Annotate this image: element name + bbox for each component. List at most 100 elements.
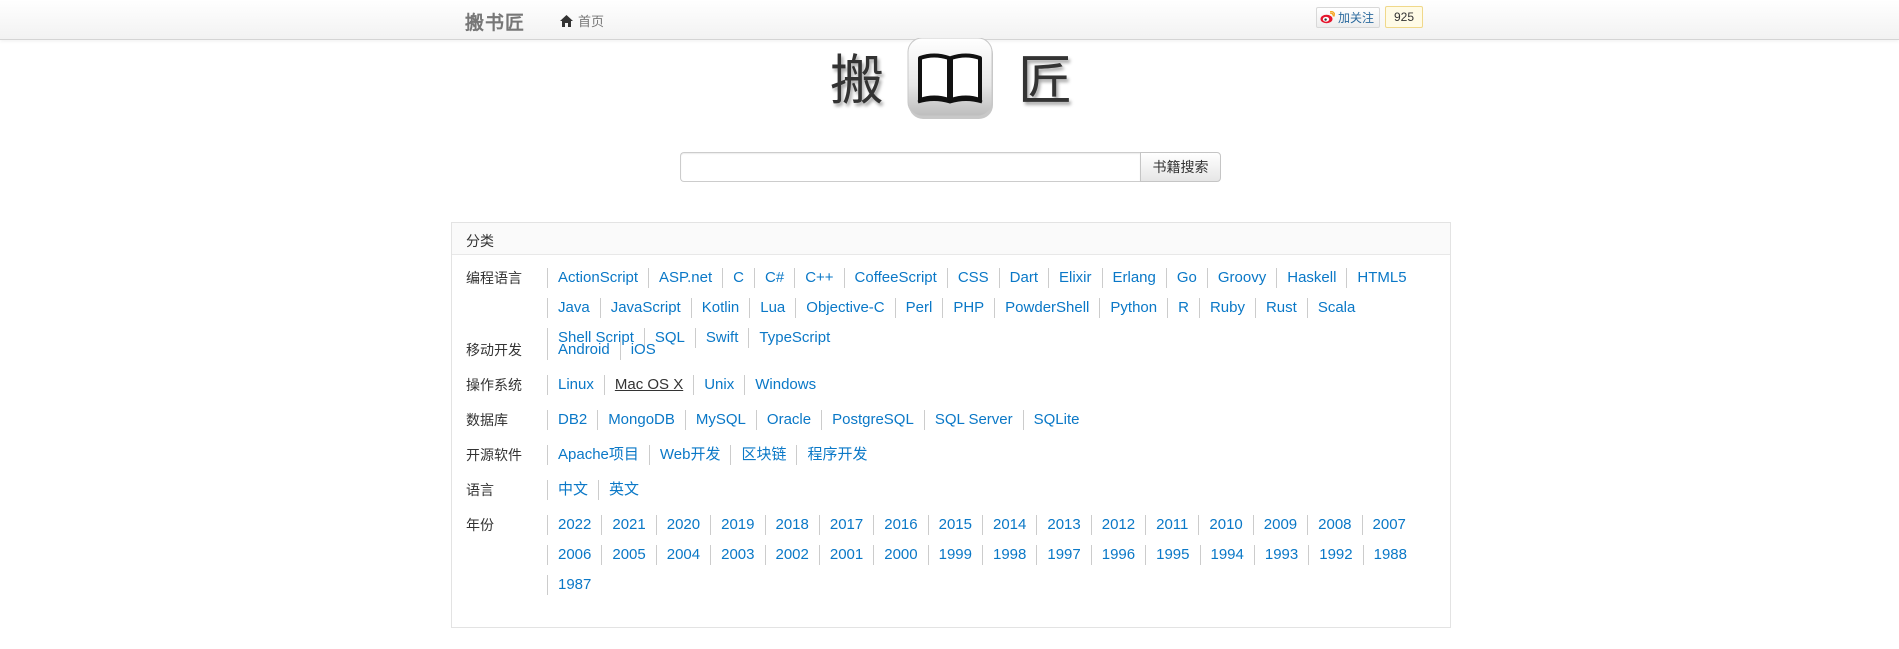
book-search-input[interactable] [680, 152, 1140, 182]
category-link[interactable]: 1996 [1090, 545, 1145, 565]
category-link[interactable]: 2022 [547, 515, 601, 535]
logo-char-first: 搬 [830, 49, 884, 112]
category-link[interactable]: 2016 [873, 515, 927, 535]
category-link[interactable]: Android [547, 340, 620, 360]
category-link[interactable]: 2010 [1198, 515, 1252, 535]
category-link[interactable]: 2009 [1252, 515, 1307, 535]
category-link[interactable]: 1994 [1199, 545, 1254, 565]
category-link[interactable]: ASP.net [648, 268, 722, 288]
logo-char-last: 匠 [1018, 49, 1072, 112]
category-link[interactable]: 1992 [1308, 545, 1362, 565]
category-link[interactable]: 英文 [598, 480, 649, 500]
category-link[interactable]: CSS [946, 268, 999, 288]
category-panel: 分类 编程语言 ActionScript ASP.net C C# C++ CoffeeSc… [451, 222, 1451, 628]
category-link[interactable]: Scala [1306, 298, 1366, 318]
category-link[interactable]: PHP [942, 298, 994, 318]
category-link[interactable]: 2019 [710, 515, 764, 535]
category-link[interactable]: Linux [547, 375, 604, 395]
category-link[interactable]: 2014 [982, 515, 1036, 535]
category-link[interactable]: 区块链 [730, 445, 796, 465]
category-link[interactable]: 2021 [601, 515, 655, 535]
category-link[interactable]: 1988 [1362, 545, 1417, 565]
category-link[interactable]: Kotlin [690, 298, 750, 318]
brand-link[interactable]: 搬书匠 [465, 8, 525, 35]
category-link[interactable]: MongoDB [597, 410, 685, 430]
home-icon [560, 14, 573, 27]
category-link[interactable]: Mac OS X [603, 375, 693, 395]
category-link[interactable]: Dart [998, 268, 1048, 288]
category-link[interactable]: 2008 [1307, 515, 1361, 535]
category-link[interactable]: 2012 [1090, 515, 1145, 535]
category-link[interactable]: 2001 [818, 545, 873, 565]
category-items: DB2 MongoDB MySQL Oracle PostgreSQL SQL Serve… [547, 405, 1437, 435]
nav-home-link[interactable]: 首页 [560, 11, 604, 30]
category-link[interactable]: C# [754, 268, 794, 288]
category-link[interactable]: Objective-C [795, 298, 894, 318]
category-link[interactable]: Rust [1254, 298, 1307, 318]
category-link[interactable]: 2005 [601, 545, 655, 565]
category-link[interactable]: Lua [749, 298, 795, 318]
category-link[interactable]: Perl [894, 298, 943, 318]
weibo-follow-button[interactable]: 加关注 [1316, 7, 1381, 28]
category-link[interactable]: 1995 [1145, 545, 1199, 565]
category-link[interactable]: SQLite [1022, 410, 1090, 430]
category-link[interactable]: 1999 [927, 545, 982, 565]
book-search-button[interactable]: 书籍搜索 [1140, 152, 1221, 182]
category-link[interactable]: R [1167, 298, 1199, 318]
category-link[interactable]: Apache项目 [547, 445, 649, 465]
category-link[interactable]: 1993 [1253, 545, 1308, 565]
category-link[interactable]: Java [547, 298, 600, 318]
category-link[interactable]: iOS [619, 340, 666, 360]
category-link[interactable]: Python [1099, 298, 1167, 318]
category-link[interactable]: Go [1165, 268, 1207, 288]
category-link[interactable]: 1987 [547, 575, 601, 595]
category-link[interactable]: Groovy [1206, 268, 1276, 288]
category-link[interactable]: PowderShell [994, 298, 1099, 318]
top-navbar: 搬书匠 首页 加关注 925 [0, 0, 1899, 40]
category-link[interactable]: JavaScript [599, 298, 691, 318]
category-link[interactable]: 1998 [982, 545, 1036, 565]
category-link[interactable]: Web开发 [648, 445, 731, 465]
category-link[interactable]: DB2 [547, 410, 597, 430]
category-link[interactable]: Erlang [1101, 268, 1166, 288]
category-link[interactable]: 2003 [710, 545, 764, 565]
category-label: 语言 [466, 482, 494, 498]
weibo-icon [1320, 11, 1335, 24]
category-link[interactable]: HTML5 [1346, 268, 1416, 288]
category-label: 开源软件 [466, 447, 522, 463]
category-link[interactable]: 2011 [1145, 515, 1198, 535]
category-link[interactable]: 2007 [1361, 515, 1416, 535]
category-link[interactable]: 2013 [1036, 515, 1090, 535]
category-link[interactable]: MySQL [684, 410, 756, 430]
category-link[interactable]: 2017 [818, 515, 873, 535]
category-link[interactable]: CoffeeScript [843, 268, 947, 288]
category-link[interactable]: 2004 [655, 545, 710, 565]
nav-home-label: 首页 [578, 14, 605, 29]
category-link[interactable]: 2020 [655, 515, 710, 535]
category-link[interactable]: 2015 [927, 515, 982, 535]
category-link[interactable]: Unix [693, 375, 744, 395]
category-items: Linux Mac OS X Unix Windows [547, 370, 1437, 400]
category-link[interactable]: 2006 [547, 545, 601, 565]
category-link[interactable]: ActionScript [547, 268, 648, 288]
category-link[interactable]: C++ [794, 268, 843, 288]
category-link[interactable]: 2002 [764, 545, 819, 565]
category-panel-title: 分类 [452, 223, 1450, 255]
category-link[interactable]: Haskell [1276, 268, 1346, 288]
category-label: 数据库 [466, 412, 508, 428]
category-link[interactable]: PostgreSQL [821, 410, 924, 430]
category-link[interactable]: Windows [744, 375, 826, 395]
category-link[interactable]: 程序开发 [796, 445, 877, 465]
category-link[interactable]: Elixir [1048, 268, 1102, 288]
category-link[interactable]: C [722, 268, 754, 288]
category-link[interactable]: 中文 [547, 480, 598, 500]
category-link[interactable]: 1997 [1036, 545, 1090, 565]
category-link[interactable]: 2000 [873, 545, 927, 565]
category-link[interactable]: Ruby [1198, 298, 1255, 318]
category-link[interactable]: SQL Server [923, 410, 1023, 430]
category-label: 操作系统 [466, 377, 522, 393]
weibo-follow-count: 925 [1385, 6, 1424, 28]
category-link[interactable]: 2018 [764, 515, 819, 535]
category-items: 中文 英文 [547, 475, 1437, 505]
category-link[interactable]: Oracle [755, 410, 821, 430]
